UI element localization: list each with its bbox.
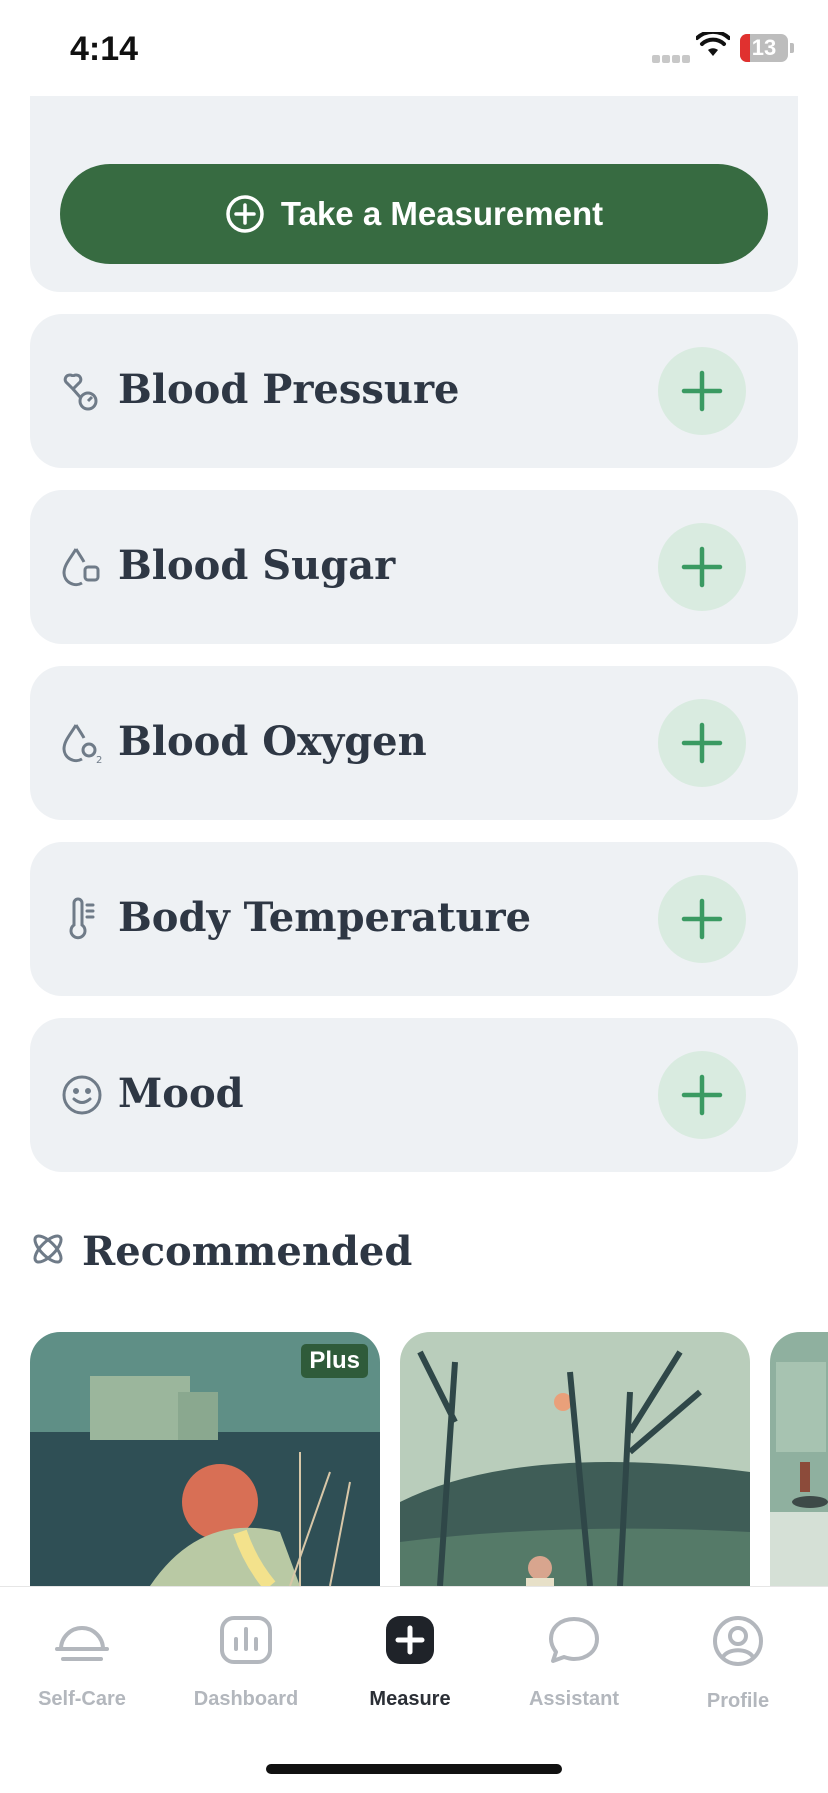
measurement-label: Mood [118,1070,244,1117]
tab-label: Self-Care [38,1688,126,1710]
plus-circle-icon [225,194,265,234]
add-blood-sugar-button[interactable] [658,523,746,611]
measurement-row-blood-sugar[interactable]: Blood Sugar [30,490,798,644]
thermometer-icon [60,897,104,941]
home-indicator [266,1764,562,1774]
add-blood-oxygen-button[interactable] [658,699,746,787]
recommended-card[interactable] [770,1332,828,1586]
battery-icon: 13 [740,34,788,62]
blood-oxygen-icon: 2 [60,721,104,765]
tab-dashboard[interactable]: Dashboard [176,1615,316,1711]
recommended-card-illustration [400,1332,750,1586]
measurement-label: Body Temperature [118,894,532,941]
tab-label: Dashboard [193,1688,299,1710]
tab-self-care[interactable]: Self-Care [12,1615,152,1711]
cell-signal-icon [652,50,692,68]
tab-profile[interactable]: Profile [668,1615,808,1713]
recommended-title: Recommended [82,1228,413,1275]
tab-bar: Self-Care Dashboard Measure Assistant Pr… [0,1586,828,1793]
smiley-icon [60,1073,104,1117]
tab-measure[interactable]: Measure [340,1615,480,1711]
add-blood-pressure-button[interactable] [658,347,746,435]
measurement-label: Blood Pressure [118,366,460,413]
measurement-row-mood[interactable]: Mood [30,1018,798,1172]
tab-label: Assistant [528,1688,620,1710]
tab-label: Profile [706,1690,770,1712]
recommended-card[interactable]: Plus [30,1332,380,1586]
add-body-temperature-button[interactable] [658,875,746,963]
measurement-row-blood-oxygen[interactable]: 2 Blood Oxygen [30,666,798,820]
plus-badge: Plus [301,1344,368,1378]
measurement-label: Blood Sugar [118,542,396,589]
tab-assistant[interactable]: Assistant [504,1615,644,1711]
measurement-row-body-temperature[interactable]: Body Temperature [30,842,798,996]
measurement-label: Blood Oxygen [118,718,427,765]
recommended-header: Recommended [28,1228,412,1275]
status-time: 4:14 [70,30,139,68]
recommended-card[interactable] [400,1332,750,1586]
take-measurement-label: Take a Measurement [280,195,604,232]
svg-text:2: 2 [96,755,102,765]
wifi-icon [695,29,731,63]
battery-level: 13 [751,35,777,60]
plus-square-icon [385,1615,435,1670]
chat-bubble-icon [547,1615,601,1670]
chart-icon [219,1615,273,1670]
add-mood-button[interactable] [658,1051,746,1139]
measurement-row-blood-pressure[interactable]: Blood Pressure [30,314,798,468]
bell-dome-icon [53,1615,111,1670]
tab-label: Measure [369,1688,451,1710]
profile-icon [712,1615,764,1672]
blood-pressure-icon [60,369,104,413]
blood-sugar-icon [60,545,104,589]
atom-icon [28,1229,68,1274]
take-measurement-button[interactable]: Take a Measurement [60,164,768,264]
status-bar: 4:14 13 [0,0,828,96]
recommended-card-illustration [770,1332,828,1586]
